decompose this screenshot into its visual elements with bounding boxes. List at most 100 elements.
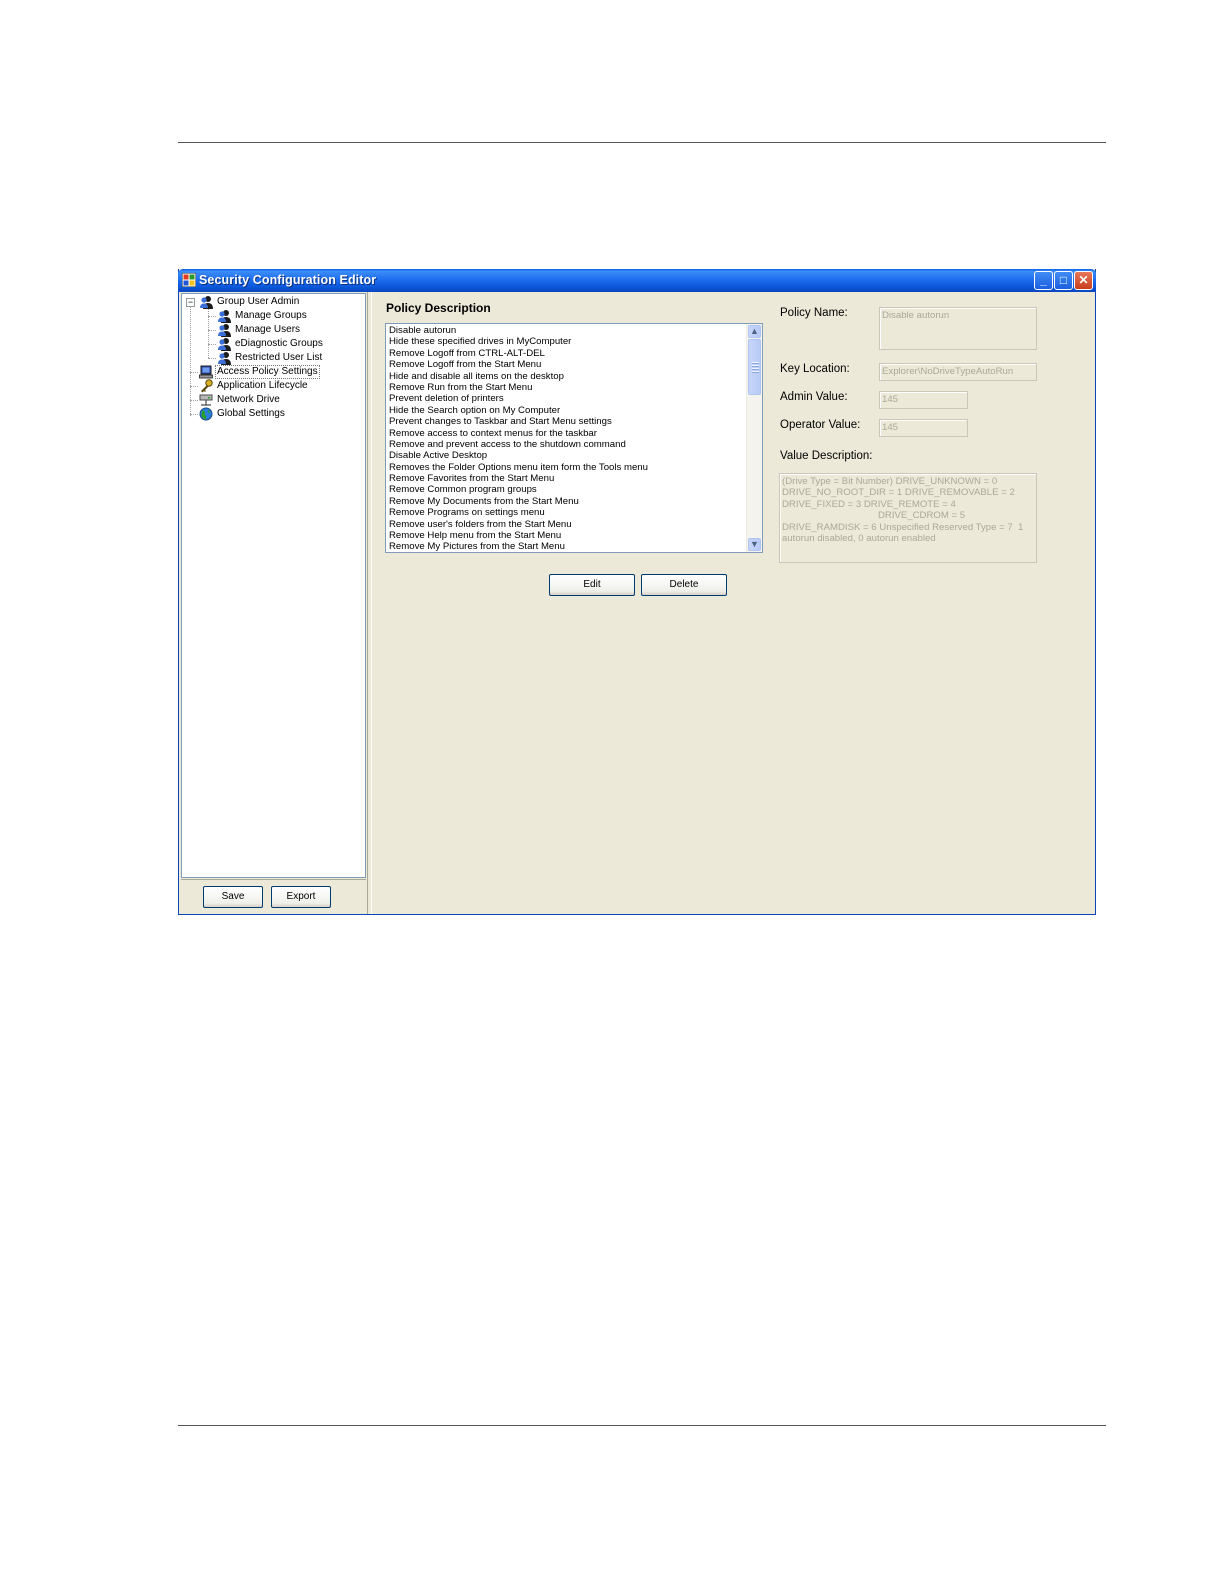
tree-connector-line <box>208 330 216 331</box>
list-item[interactable]: Prevent deletion of printers <box>388 393 746 404</box>
list-item[interactable]: Hide the Search option on My Computer <box>388 405 746 416</box>
list-item[interactable]: Removes the Folder Options menu item for… <box>388 462 746 473</box>
minus-icon: − <box>187 297 194 307</box>
key-location-label: Key Location: <box>780 363 850 375</box>
tree-item-manage-groups[interactable]: Manage Groups <box>217 309 309 323</box>
tree-collapse-toggle[interactable]: − <box>186 298 195 307</box>
grip-line <box>752 362 759 364</box>
tree-item-global-settings[interactable]: Global Settings <box>199 407 287 421</box>
admin-value-label: Admin Value: <box>780 391 848 403</box>
tree-connector-line <box>190 386 198 387</box>
policy-list-scrollbar[interactable]: ▲ ▼ <box>746 324 762 552</box>
list-item[interactable]: Remove Run from the Start Menu <box>388 382 746 393</box>
list-item[interactable]: Remove Help menu from the Start Menu <box>388 530 746 541</box>
policy-description-heading: Policy Description <box>386 301 491 315</box>
save-button-label: Save <box>221 891 245 902</box>
grip-line <box>752 365 759 367</box>
admin-value-field[interactable]: 145 <box>879 391 968 409</box>
policy-list-items: Disable autorun Hide these specified dri… <box>388 325 746 552</box>
tree-item-label: Manage Groups <box>235 310 307 321</box>
value-description-line: DRIVE_NO_ROOT_DIR = 1 DRIVE_REMOVABLE = … <box>782 487 1015 499</box>
tree-item-label: Restricted User List <box>235 352 323 363</box>
minimize-button[interactable]: _ <box>1034 271 1053 290</box>
globe-icon <box>199 407 213 421</box>
group-admin-icon <box>200 296 213 309</box>
policy-list[interactable]: Disable autorun Hide these specified dri… <box>385 323 763 553</box>
title-bar[interactable]: Security Configuration Editor _ □ ✕ <box>178 269 1096 292</box>
security-configuration-editor-window: Security Configuration Editor _ □ ✕ − Gr… <box>178 269 1096 915</box>
tree-item-group-user-admin[interactable]: Group User Admin <box>199 295 301 309</box>
list-item[interactable]: Remove Favorites from the Start Menu <box>388 473 746 484</box>
tree-item-label: Network Drive <box>217 394 280 405</box>
tree-item-access-policy-settings[interactable]: Access Policy Settings <box>199 365 320 379</box>
list-item[interactable]: Disable Active Desktop <box>388 450 746 461</box>
tree-item-label: eDiagnostic Groups <box>235 338 323 349</box>
export-button[interactable]: Export <box>271 886 331 908</box>
tree-item-label: Application Lifecycle <box>217 380 308 391</box>
tree-connector-line <box>208 358 216 359</box>
scroll-down-button[interactable]: ▼ <box>748 538 761 551</box>
operator-value-field[interactable]: 145 <box>879 419 968 437</box>
tree-connector-line <box>208 316 216 317</box>
close-icon: ✕ <box>1078 273 1089 287</box>
list-item[interactable]: Remove Programs on settings menu <box>388 507 746 518</box>
maximize-button[interactable]: □ <box>1054 271 1073 290</box>
network-drive-icon <box>199 394 213 406</box>
value-description-field[interactable]: (Drive Type = Bit Number) DRIVE_UNKNOWN … <box>779 473 1037 563</box>
save-button[interactable]: Save <box>203 886 263 908</box>
value-description-label: Value Description: <box>780 450 873 462</box>
scroll-thumb[interactable] <box>748 339 761 395</box>
value-description-line: (Drive Type = Bit Number) DRIVE_UNKNOWN … <box>782 476 998 487</box>
tree-item-ediagnostic-groups[interactable]: eDiagnostic Groups <box>217 337 325 351</box>
close-button[interactable]: ✕ <box>1074 271 1093 290</box>
tree-connector-line <box>190 400 198 401</box>
tree-item-label: Group User Admin <box>217 296 300 307</box>
tree-item-label: Global Settings <box>217 408 285 419</box>
list-item[interactable]: Remove access to context menus for the t… <box>388 428 746 439</box>
tree-item-network-drive[interactable]: Network Drive <box>199 393 282 407</box>
list-item[interactable]: Remove user's folders from the Start Men… <box>388 519 746 530</box>
list-item[interactable]: Prevent changes to Taskbar and Start Men… <box>388 416 746 427</box>
chevron-down-icon: ▼ <box>750 539 759 549</box>
policy-name-field[interactable]: Disable autorun <box>879 307 1037 350</box>
list-item[interactable]: Remove Logoff from the Start Menu <box>388 359 746 370</box>
list-item[interactable]: Remove My Documents from the Start Menu <box>388 496 746 507</box>
tree-item-manage-users[interactable]: Manage Users <box>217 323 302 337</box>
restricted-user-list-icon <box>218 352 231 365</box>
list-item[interactable]: Remove Common program groups <box>388 484 746 495</box>
list-item[interactable]: Hide these specified drives in MyCompute… <box>388 336 746 347</box>
scroll-up-button[interactable]: ▲ <box>748 325 761 338</box>
value-description-line: autorun disabled, 0 autorun enabled <box>782 533 936 545</box>
tree-connector-line <box>190 372 198 373</box>
tree-item-restricted-user-list[interactable]: Restricted User List <box>217 351 324 365</box>
edit-button-label: Edit <box>583 579 601 590</box>
chevron-up-icon: ▲ <box>750 326 759 336</box>
grip-line <box>752 371 759 373</box>
edit-button[interactable]: Edit <box>549 574 635 596</box>
page-top-rule <box>178 142 1106 143</box>
minimize-icon: _ <box>1040 273 1047 287</box>
application-lifecycle-icon <box>201 379 213 393</box>
window-title: Security Configuration Editor <box>199 273 377 287</box>
tree-footer: Save Export <box>181 879 366 914</box>
tree-item-label: Manage Users <box>235 324 301 335</box>
list-item[interactable]: Remove and prevent access to the shutdow… <box>388 439 746 450</box>
policy-name-label: Policy Name: <box>780 307 848 319</box>
tree-connector-line <box>208 344 216 345</box>
maximize-icon: □ <box>1059 273 1068 287</box>
operator-value-label: Operator Value: <box>780 419 861 431</box>
value-description-line: DRIVE_CDROM = 5 <box>782 510 966 522</box>
list-item[interactable]: Remove Logoff from CTRL-ALT-DEL <box>388 348 746 359</box>
list-item[interactable]: Hide and disable all items on the deskto… <box>388 371 746 382</box>
ediagnostic-groups-icon <box>218 338 231 351</box>
navigation-tree[interactable]: − Group User Admin Manage Groups Manage … <box>181 293 366 878</box>
key-location-field[interactable]: Explorer\NoDriveTypeAutoRun <box>879 363 1037 381</box>
tree-item-application-lifecycle[interactable]: Application Lifecycle <box>199 379 310 393</box>
tree-connector-line <box>190 414 198 415</box>
list-item[interactable]: Disable autorun <box>388 325 746 336</box>
delete-button[interactable]: Delete <box>641 574 727 596</box>
tree-item-label: Access Policy Settings <box>215 365 320 379</box>
value-description-line: DRIVE_FIXED = 3 DRIVE_REMOTE = 4 <box>782 498 956 510</box>
access-policy-icon <box>199 365 213 379</box>
list-item[interactable]: Remove My Pictures from the Start Menu <box>388 541 746 552</box>
